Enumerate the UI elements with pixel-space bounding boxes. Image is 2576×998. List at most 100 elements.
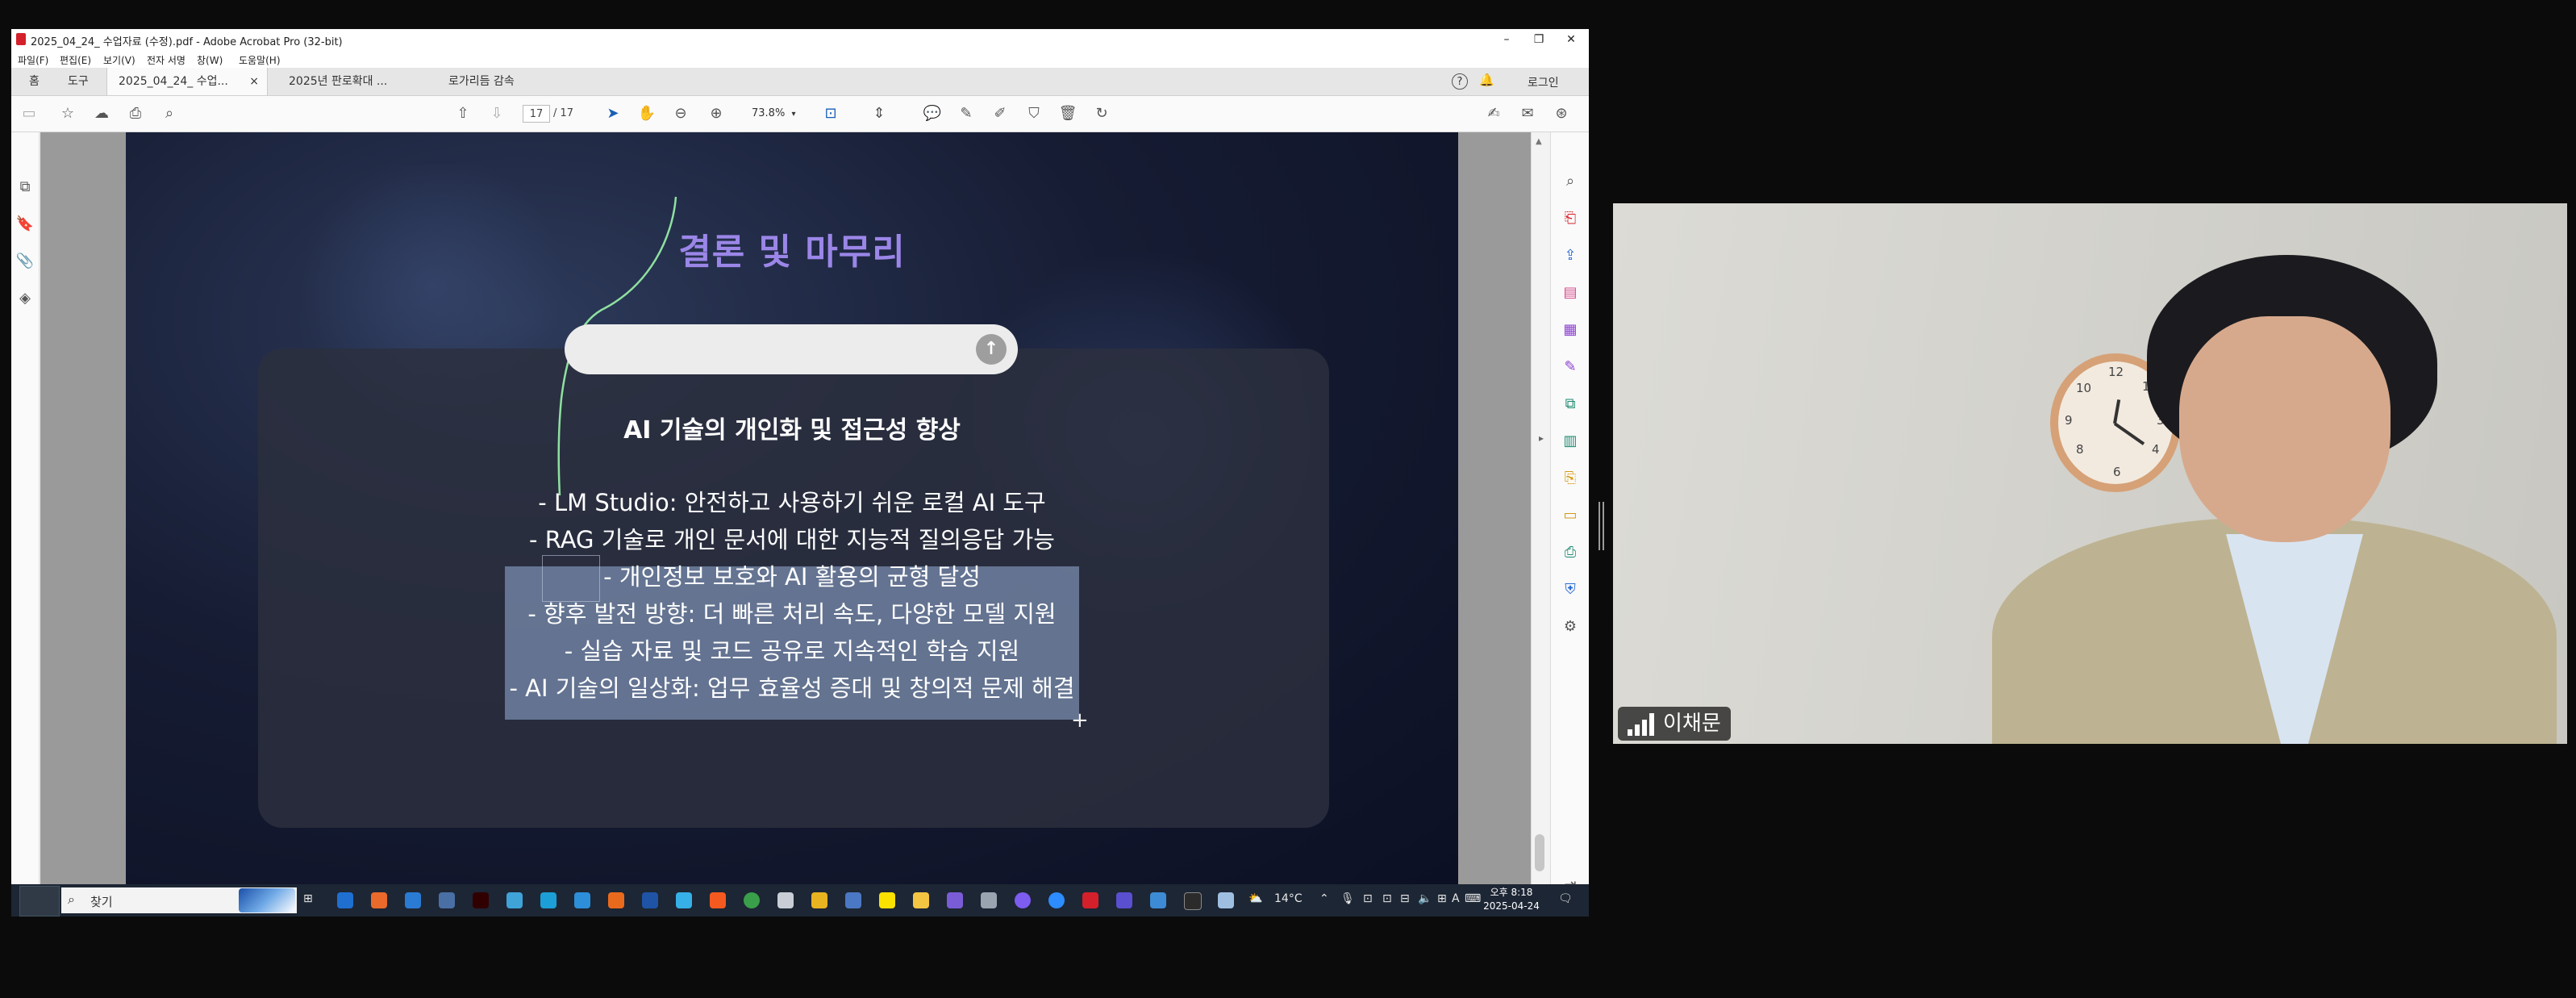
collapse-right-pane-icon[interactable]: ▸ [1539, 432, 1544, 444]
edit-pdf-icon[interactable]: ▤ [1560, 282, 1581, 303]
restore-button[interactable]: ❐ [1523, 31, 1555, 48]
app-icon-9[interactable] [642, 892, 658, 908]
menu-e-sign[interactable]: 전자 서명 [147, 53, 185, 67]
bookmark-star-icon[interactable]: ☆ [58, 104, 77, 123]
email-icon[interactable]: ✉ [1518, 104, 1537, 123]
app-icon-copilot[interactable] [371, 892, 387, 908]
vertical-scrollbar[interactable]: ▲ ▼ [1531, 132, 1549, 917]
app-icon-zoom[interactable] [1048, 892, 1065, 908]
menu-window[interactable]: 창(W) [197, 53, 223, 67]
delete-icon[interactable]: 🗑 [1058, 104, 1078, 123]
layers-icon[interactable]: ◈ [15, 289, 35, 308]
menu-help[interactable]: 도움말(H) [239, 53, 281, 67]
app-icon-17[interactable] [913, 892, 929, 908]
microphone-icon[interactable]: 🎙 [1340, 892, 1355, 905]
notification-center-icon[interactable]: 🗨 [1558, 892, 1573, 905]
hand-tool-icon[interactable]: ✋ [637, 104, 657, 123]
app-icon-5[interactable] [506, 892, 523, 908]
weather-icon[interactable]: ⛅ [1248, 892, 1262, 905]
tab-tools[interactable]: 도구 [56, 68, 100, 95]
share-user-icon[interactable]: ⊛ [1552, 104, 1571, 123]
page-fit-icon[interactable]: ⊡ [821, 104, 840, 123]
panel-resize-handle[interactable] [1599, 502, 1605, 550]
previous-page-icon[interactable]: ⇧ [453, 104, 473, 123]
search-zoom-icon[interactable]: ⌕ [1560, 171, 1581, 192]
app-icon-3[interactable] [439, 892, 455, 908]
app-icon-13[interactable] [777, 892, 794, 908]
tray-app-icon[interactable]: ⊡ [1382, 892, 1392, 905]
app-icon-explorer[interactable] [811, 892, 827, 908]
select-cursor-icon[interactable]: ➤ [603, 104, 623, 123]
input-method-indicator[interactable]: A [1452, 892, 1460, 905]
close-window-button[interactable]: ✕ [1555, 31, 1587, 48]
page-thumbnails-icon[interactable]: ⧉ [15, 177, 35, 197]
next-page-icon[interactable]: ⇩ [487, 104, 506, 123]
cloud-upload-icon[interactable]: ☁ [92, 104, 111, 123]
stamp-icon[interactable]: ⛉ [1024, 104, 1044, 123]
tray-app-icon[interactable]: ⊟ [1400, 892, 1410, 905]
organize-pages-icon[interactable]: ▥ [1560, 431, 1581, 452]
speaker-icon[interactable]: 🔈 [1418, 892, 1432, 905]
start-thumbnail[interactable] [19, 886, 60, 917]
zoom-in-icon[interactable]: ⊕ [707, 104, 726, 123]
create-pdf-icon[interactable]: ⎗ [1560, 208, 1581, 229]
scroll-thumb[interactable] [1535, 834, 1544, 871]
app-icon-acrobat[interactable] [1082, 892, 1098, 908]
app-icon-vscode[interactable] [405, 892, 421, 908]
zoom-level-select[interactable]: 73.8% ▾ [752, 105, 803, 123]
app-icon-firefox[interactable] [608, 892, 624, 908]
request-signature-icon[interactable]: ⎘ [1560, 468, 1581, 489]
network-icon[interactable]: ⊞ [1437, 892, 1447, 905]
app-icon-18[interactable] [947, 892, 963, 908]
app-icon-edge[interactable] [540, 892, 556, 908]
taskbar-search[interactable]: ⌕ 찾기 [61, 887, 297, 913]
app-icon-chrome[interactable] [744, 892, 760, 908]
minimize-button[interactable]: – [1490, 31, 1523, 48]
comment-icon[interactable]: 💬 [923, 104, 942, 123]
app-icon-19[interactable] [981, 892, 997, 908]
notification-bell-icon[interactable]: 🔔 [1479, 73, 1494, 87]
app-icon-24[interactable] [1150, 892, 1166, 908]
tab-document-active[interactable]: 2025_04_24_ 수업... × [106, 68, 268, 95]
combine-files-icon[interactable]: ⧉ [1560, 394, 1581, 415]
export-pdf-icon[interactable]: ⇪ [1560, 245, 1581, 266]
highlight-pen-icon[interactable]: ✎ [957, 104, 976, 123]
tab-document-2[interactable]: 2025년 판로확대 ... [277, 68, 398, 95]
task-view-icon[interactable]: ⊞ [303, 892, 313, 905]
app-icon-26[interactable] [1218, 892, 1234, 908]
save-icon[interactable]: ▭ [19, 104, 39, 123]
fill-sign-pen-icon[interactable]: ✎ [1560, 357, 1581, 378]
zoom-out-icon[interactable]: ⊖ [671, 104, 690, 123]
rotate-icon[interactable]: ↻ [1092, 104, 1111, 123]
fill-sign-icon[interactable]: ✍ [1484, 104, 1503, 123]
print-production-icon[interactable]: ⎙ [1560, 542, 1581, 563]
app-icon-messenger[interactable] [1015, 892, 1031, 908]
app-icon-15[interactable] [845, 892, 861, 908]
menu-file[interactable]: 파일(F) [18, 53, 48, 67]
app-icon-7[interactable] [574, 892, 590, 908]
app-icon-23[interactable] [1116, 892, 1132, 908]
create-form-icon[interactable]: ▦ [1560, 319, 1581, 340]
more-tools-icon[interactable]: ⚙ [1560, 616, 1581, 637]
scroll-up-icon[interactable]: ▲ [1536, 137, 1542, 146]
tray-chevron-up-icon[interactable]: ⌃ [1319, 892, 1329, 905]
page-number-input[interactable]: 17 [523, 105, 550, 123]
scroll-mode-icon[interactable]: ⇕ [869, 104, 889, 123]
menu-view[interactable]: 보기(V) [103, 53, 135, 67]
system-clock[interactable]: 오후 8:18 2025-04-24 [1479, 886, 1544, 913]
tab-document-3[interactable]: 로가리듬 감속 [437, 68, 526, 95]
find-icon[interactable]: ⌕ [160, 104, 179, 123]
tab-close-icon[interactable]: × [249, 68, 259, 95]
login-button[interactable]: 로그인 [1528, 74, 1559, 90]
document-view[interactable]: 결론 및 마무리 ↑ AI 기술의 개인화 및 접근성 향상 - LM Stud… [40, 132, 1539, 917]
tray-app-icon[interactable]: ⊡ [1363, 892, 1373, 905]
app-icon-kakaotalk[interactable] [879, 892, 895, 908]
weather-temperature[interactable]: 14°C [1274, 892, 1303, 905]
app-icon-edge-tabs[interactable] [337, 892, 353, 908]
attachments-icon[interactable]: 📎 [15, 252, 35, 271]
app-icon-illustrator[interactable] [473, 892, 489, 908]
tab-home[interactable]: 홈 [18, 68, 51, 95]
menu-edit[interactable]: 편집(E) [60, 53, 91, 67]
protect-shield-icon[interactable]: ⛨ [1560, 579, 1581, 600]
bookmarks-icon[interactable]: 🔖 [15, 215, 35, 234]
